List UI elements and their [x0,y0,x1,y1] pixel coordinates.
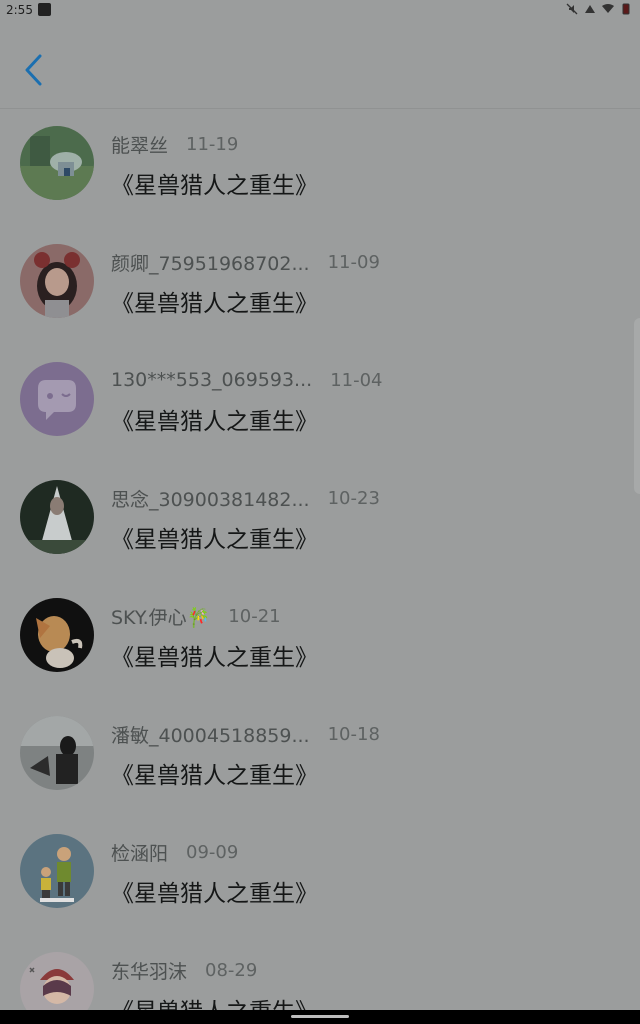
father-son-cartoon-avatar[interactable] [20,834,94,908]
username[interactable]: 思念_30900381482... [111,485,310,512]
comment-date: 11-19 [186,133,239,155]
username[interactable]: 潘敏_40004518859... [111,721,310,748]
white-dress-avatar[interactable] [20,480,94,554]
comment-text: 《星兽猎人之重生》 [111,881,318,907]
username[interactable]: 130***553_069593... [111,369,312,391]
list-item[interactable]: 能翠丝 11-19 《星兽猎人之重生》 [0,108,640,226]
battery-icon [622,3,630,15]
comment-date: 10-18 [327,723,380,745]
comment-text: 《星兽猎人之重生》 [111,291,318,317]
home-handle[interactable] [291,1015,349,1018]
username[interactable]: 能翠丝 [111,131,168,158]
comment-meta: 130***553_069593... 11-04 [111,368,383,392]
comment-meta: 潘敏_40004518859... 10-18 [111,721,380,748]
comment-list: 能翠丝 11-19 《星兽猎人之重生》 颜卿_75951968702... 11… [0,108,640,1024]
comment-date: 08-29 [205,959,258,981]
comment-date: 11-09 [327,251,380,273]
comment-text: 《星兽猎人之重生》 [111,645,318,671]
comment-date: 09-09 [186,841,239,863]
chevron-left-icon [25,54,42,86]
couple-photo-avatar[interactable] [20,716,94,790]
mute-icon [566,3,578,15]
navigation-bar [0,1010,640,1024]
list-item[interactable]: 颜卿_75951968702... 11-09 《星兽猎人之重生》 [0,226,640,344]
cartoon-character-avatar[interactable] [20,598,94,672]
username[interactable]: 检涵阳 [111,839,168,866]
comment-date: 11-04 [330,369,383,391]
status-time: 2:55 [6,3,33,17]
username[interactable]: 颜卿_75951968702... [111,249,310,276]
comment-text: 《星兽猎人之重生》 [111,409,318,435]
status-icons [566,3,632,15]
landscape-avatar[interactable] [20,126,94,200]
comment-text: 《星兽猎人之重生》 [111,173,318,199]
comment-date: 10-21 [228,605,281,627]
signal-icon [585,5,595,13]
list-item[interactable]: 潘敏_40004518859... 10-18 《星兽猎人之重生》 [0,698,640,816]
comment-meta: 能翠丝 11-19 [111,131,239,158]
anime-girl-avatar[interactable] [20,244,94,318]
comment-meta: SKY.伊心🎋 10-21 [111,603,281,630]
back-button[interactable] [18,50,52,90]
username[interactable]: SKY.伊心🎋 [111,603,210,630]
comment-meta: 思念_30900381482... 10-23 [111,485,380,512]
comment-date: 10-23 [327,487,380,509]
header [0,22,640,109]
username[interactable]: 东华羽沫 [111,957,187,984]
comment-text: 《星兽猎人之重生》 [111,763,318,789]
list-item[interactable]: 检涵阳 09-09 《星兽猎人之重生》 [0,816,640,934]
comment-meta: 颜卿_75951968702... 11-09 [111,249,380,276]
app-square-icon [38,3,51,16]
list-item[interactable]: 思念_30900381482... 10-23 《星兽猎人之重生》 [0,462,640,580]
list-item[interactable]: 130***553_069593... 11-04 《星兽猎人之重生》 [0,344,640,462]
comment-meta: 东华羽沫 08-29 [111,957,258,984]
comment-text: 《星兽猎人之重生》 [111,527,318,553]
status-bar: 2:55 [0,0,640,22]
wifi-icon [602,4,614,13]
chat-bubble-avatar[interactable] [20,362,94,436]
list-item[interactable]: SKY.伊心🎋 10-21 《星兽猎人之重生》 [0,580,640,698]
comment-meta: 检涵阳 09-09 [111,839,239,866]
